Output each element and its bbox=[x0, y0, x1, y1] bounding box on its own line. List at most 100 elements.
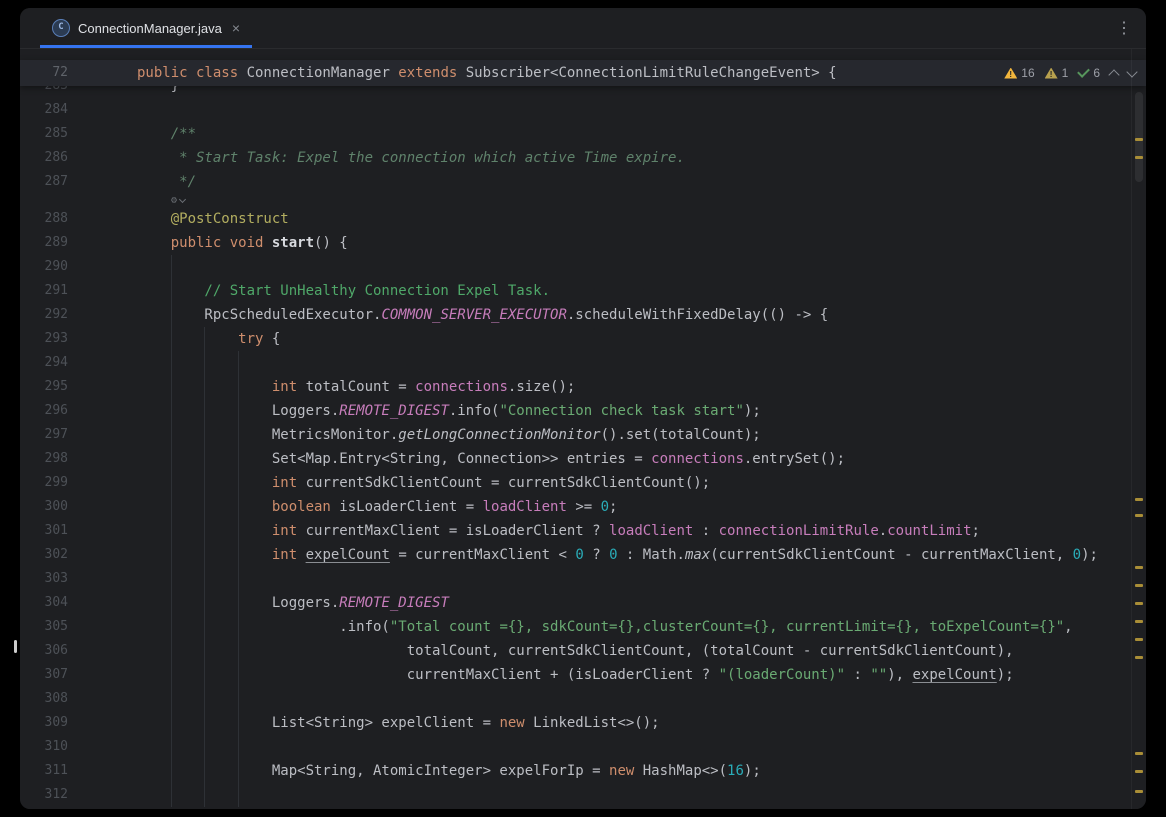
line-number[interactable]: 289 bbox=[20, 231, 68, 255]
code-line[interactable]: 286 * Start Task: Expel the connection w… bbox=[20, 146, 1132, 170]
code-token: Map<String, AtomicInteger> expelForIp = bbox=[137, 763, 609, 779]
code-line[interactable]: 308 bbox=[20, 687, 1132, 711]
stripe-warning-mark[interactable] bbox=[1135, 566, 1143, 569]
code-token: .entrySet(); bbox=[744, 451, 845, 467]
code-text bbox=[68, 98, 137, 122]
line-number[interactable]: 291 bbox=[20, 279, 68, 303]
code-line[interactable]: 300 boolean isLoaderClient = loadClient … bbox=[20, 495, 1132, 519]
line-number[interactable]: 292 bbox=[20, 303, 68, 327]
stripe-warning-mark[interactable] bbox=[1135, 656, 1143, 659]
code-line[interactable]: 311 Map<String, AtomicInteger> expelForI… bbox=[20, 759, 1132, 783]
check-icon bbox=[1077, 65, 1090, 78]
line-number[interactable]: 307 bbox=[20, 663, 68, 687]
warnings-badge[interactable]: ! 16 bbox=[1004, 66, 1034, 80]
line-number[interactable]: 287 bbox=[20, 170, 68, 194]
code-line[interactable]: 284 bbox=[20, 98, 1132, 122]
stripe-warning-mark[interactable] bbox=[1135, 584, 1143, 587]
tab-connectionmanager-java[interactable]: C ConnectionManager.java × bbox=[40, 8, 252, 48]
line-number[interactable]: 301 bbox=[20, 519, 68, 543]
code-line[interactable]: 302 int expelCount = currentMaxClient < … bbox=[20, 543, 1132, 567]
line-number[interactable]: 286 bbox=[20, 146, 68, 170]
line-number[interactable]: 296 bbox=[20, 399, 68, 423]
code-token: "(loaderCount)" bbox=[719, 667, 845, 683]
code-line[interactable]: 301 int currentMaxClient = isLoaderClien… bbox=[20, 519, 1132, 543]
code-line[interactable]: 297 MetricsMonitor.getLongConnectionMoni… bbox=[20, 423, 1132, 447]
line-number[interactable]: 308 bbox=[20, 687, 68, 711]
scrollbar-error-stripe[interactable] bbox=[1131, 48, 1146, 809]
code-line[interactable]: 287 */ bbox=[20, 170, 1132, 194]
line-number[interactable]: 288 bbox=[20, 207, 68, 231]
line-number[interactable]: 297 bbox=[20, 423, 68, 447]
code-line[interactable]: 312 bbox=[20, 783, 1132, 807]
code-line[interactable]: 296 Loggers.REMOTE_DIGEST.info("Connecti… bbox=[20, 399, 1132, 423]
prev-problem-chevron-up-icon[interactable] bbox=[1108, 69, 1119, 80]
line-number[interactable]: 298 bbox=[20, 447, 68, 471]
code-line[interactable]: 290 bbox=[20, 255, 1132, 279]
code-line[interactable]: 299 int currentSdkClientCount = currentS… bbox=[20, 471, 1132, 495]
line-number[interactable]: 302 bbox=[20, 543, 68, 567]
line-number[interactable]: 312 bbox=[20, 783, 68, 807]
line-number[interactable]: 290 bbox=[20, 255, 68, 279]
close-icon[interactable]: × bbox=[232, 21, 240, 35]
inlay-hint-row[interactable]: ⚙ bbox=[20, 194, 1132, 207]
code-line[interactable]: 305 .info("Total count ={}, sdkCount={},… bbox=[20, 615, 1132, 639]
line-number[interactable]: 293 bbox=[20, 327, 68, 351]
weak-warnings-count: 1 bbox=[1062, 66, 1069, 80]
weak-warning-icon: ! bbox=[1045, 68, 1058, 79]
stripe-warning-mark[interactable] bbox=[1135, 602, 1143, 605]
sticky-header-line[interactable]: 72 public class ConnectionManager extend… bbox=[20, 60, 1146, 86]
line-number[interactable]: 300 bbox=[20, 495, 68, 519]
line-number[interactable]: 311 bbox=[20, 759, 68, 783]
more-menu-icon[interactable]: ⋮ bbox=[1116, 8, 1132, 48]
code-lines[interactable]: 283 }284285 /**286 * Start Task: Expel t… bbox=[20, 74, 1132, 807]
passed-badge[interactable]: 6 bbox=[1078, 66, 1100, 80]
code-text: totalCount, currentSdkClientCount, (tota… bbox=[68, 639, 1014, 663]
line-number[interactable]: 284 bbox=[20, 98, 68, 122]
code-line[interactable]: 307 currentMaxClient + (isLoaderClient ?… bbox=[20, 663, 1132, 687]
code-line[interactable]: 285 /** bbox=[20, 122, 1132, 146]
line-number[interactable]: 304 bbox=[20, 591, 68, 615]
stripe-warning-mark[interactable] bbox=[1135, 514, 1143, 517]
stripe-warning-mark[interactable] bbox=[1135, 138, 1143, 141]
line-number[interactable]: 310 bbox=[20, 735, 68, 759]
code-text: int totalCount = connections.size(); bbox=[68, 375, 575, 399]
stripe-warning-mark[interactable] bbox=[1135, 156, 1143, 159]
editor[interactable]: 283 }284285 /**286 * Start Task: Expel t… bbox=[20, 48, 1146, 809]
tab-label: ConnectionManager.java bbox=[78, 21, 222, 36]
weak-warnings-badge[interactable]: ! 1 bbox=[1045, 66, 1069, 80]
code-line[interactable]: 306 totalCount, currentSdkClientCount, (… bbox=[20, 639, 1132, 663]
line-number[interactable]: 305 bbox=[20, 615, 68, 639]
code-line[interactable]: 309 List<String> expelClient = new Linke… bbox=[20, 711, 1132, 735]
code-token: 0 bbox=[609, 547, 617, 563]
code-line[interactable]: 289 public void start() { bbox=[20, 231, 1132, 255]
code-token: Loggers. bbox=[137, 595, 339, 611]
line-number[interactable]: 309 bbox=[20, 711, 68, 735]
line-number[interactable]: 303 bbox=[20, 567, 68, 591]
inspections-widget[interactable]: ! 16 ! 1 6 bbox=[1004, 60, 1136, 86]
stripe-warning-mark[interactable] bbox=[1135, 770, 1143, 773]
code-line[interactable]: 294 bbox=[20, 351, 1132, 375]
stripe-warning-mark[interactable] bbox=[1135, 638, 1143, 641]
code-text: Loggers.REMOTE_DIGEST bbox=[68, 591, 449, 615]
code-line[interactable]: 295 int totalCount = connections.size(); bbox=[20, 375, 1132, 399]
code-line[interactable]: 303 bbox=[20, 567, 1132, 591]
line-number[interactable]: 295 bbox=[20, 375, 68, 399]
code-line[interactable]: 310 bbox=[20, 735, 1132, 759]
code-line[interactable]: 293 try { bbox=[20, 327, 1132, 351]
scrollbar-thumb[interactable] bbox=[1135, 92, 1143, 182]
code-line[interactable]: 291 // Start UnHealthy Connection Expel … bbox=[20, 279, 1132, 303]
stripe-warning-mark[interactable] bbox=[1135, 498, 1143, 501]
stripe-warning-mark[interactable] bbox=[1135, 620, 1143, 623]
line-number[interactable]: 299 bbox=[20, 471, 68, 495]
code-line[interactable]: 304 Loggers.REMOTE_DIGEST bbox=[20, 591, 1132, 615]
code-line[interactable]: 298 Set<Map.Entry<String, Connection>> e… bbox=[20, 447, 1132, 471]
code-text bbox=[68, 735, 137, 759]
line-number[interactable]: 306 bbox=[20, 639, 68, 663]
line-number[interactable]: 294 bbox=[20, 351, 68, 375]
stripe-warning-mark[interactable] bbox=[1135, 790, 1143, 793]
code-token: "" bbox=[870, 667, 887, 683]
stripe-warning-mark[interactable] bbox=[1135, 752, 1143, 755]
code-line[interactable]: 292 RpcScheduledExecutor.COMMON_SERVER_E… bbox=[20, 303, 1132, 327]
line-number[interactable]: 285 bbox=[20, 122, 68, 146]
code-line[interactable]: 288 @PostConstruct bbox=[20, 207, 1132, 231]
